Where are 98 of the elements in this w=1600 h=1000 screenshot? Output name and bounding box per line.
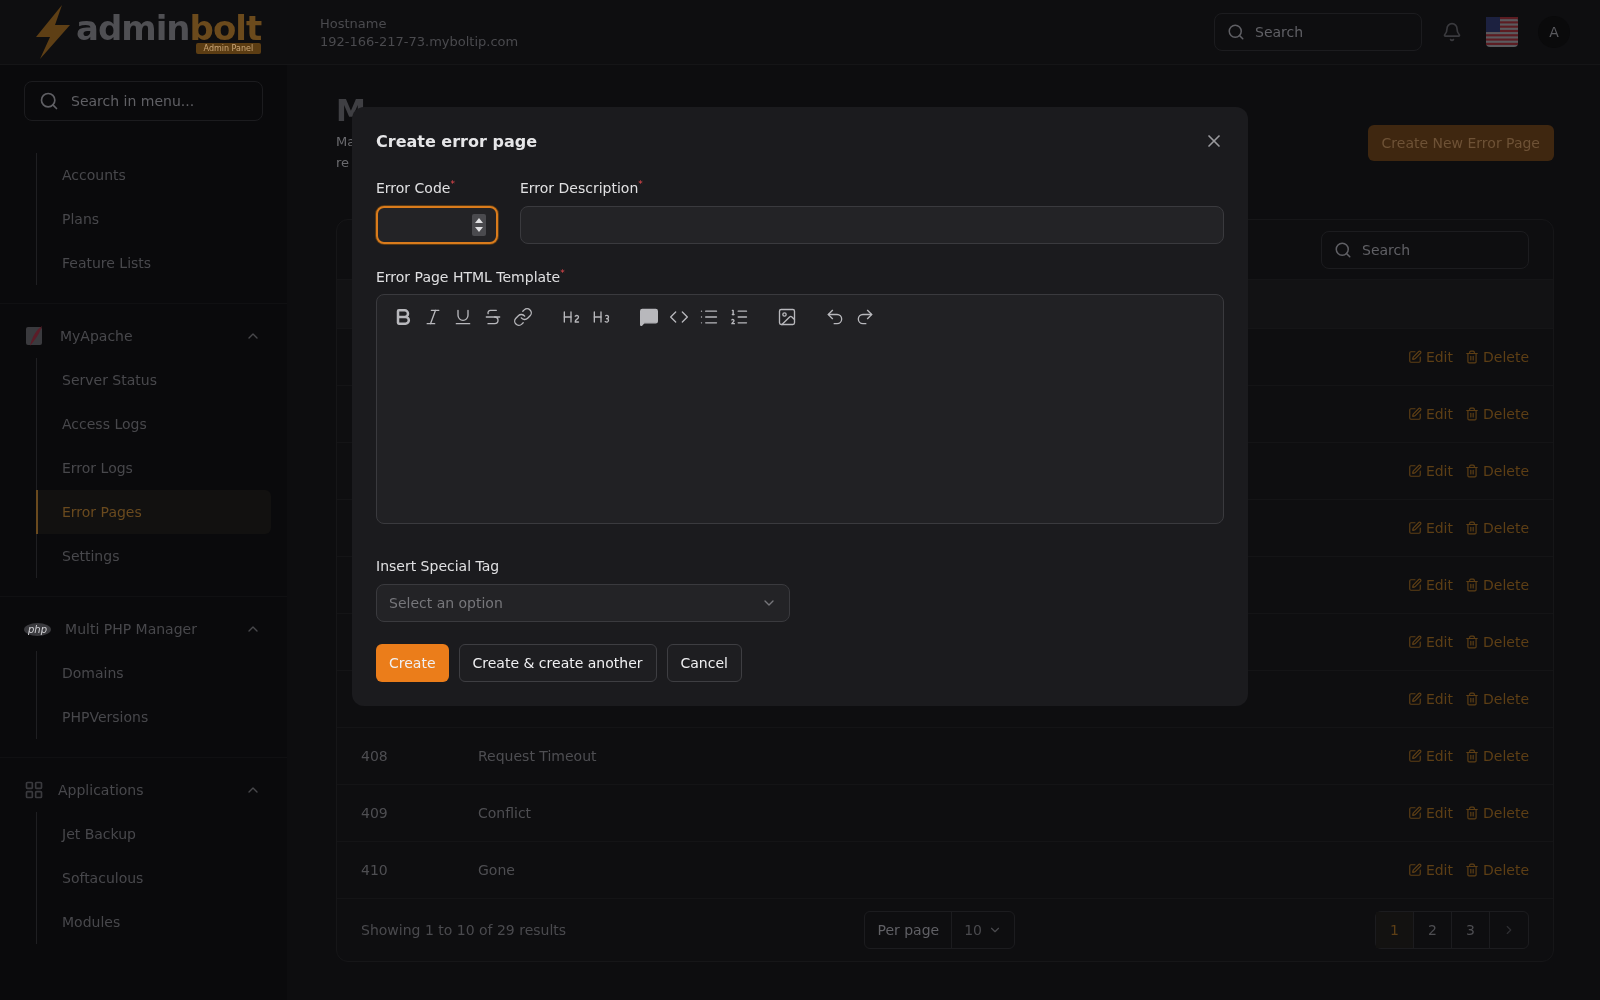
edit-link[interactable]: Edit	[1407, 520, 1453, 536]
delete-link[interactable]: Delete	[1465, 862, 1529, 878]
edit-icon	[1407, 749, 1422, 763]
edit-link[interactable]: Edit	[1407, 862, 1453, 878]
delete-link[interactable]: Delete	[1465, 406, 1529, 422]
menu-item[interactable]: Accounts	[36, 153, 271, 197]
field-label: Insert Special Tag	[376, 558, 501, 575]
edit-icon	[1407, 407, 1422, 421]
menu-group-header[interactable]: php Multi PHP Manager	[16, 607, 271, 651]
menu-item[interactable]: Modules	[36, 900, 271, 944]
search-icon	[1334, 240, 1352, 259]
hostname-value: 192-166-217-73.myboltip.com	[320, 33, 520, 49]
edit-icon	[1407, 692, 1422, 706]
menu-item[interactable]: Jet Backup	[36, 812, 271, 856]
delete-link[interactable]: Delete	[1465, 463, 1529, 479]
menu-item[interactable]: Access Logs	[36, 402, 271, 446]
edit-link[interactable]: Edit	[1407, 748, 1453, 764]
logo-badge: Admin Panel	[195, 42, 262, 54]
results-summary: Showing 1 to 10 of 29 results	[361, 922, 568, 938]
field-label: Error Page HTML Template$^{*}$	[376, 267, 566, 285]
description-cell-text: Gone	[478, 862, 516, 878]
page-description: re	[336, 155, 351, 170]
menu-item[interactable]: PHPVersions	[36, 695, 271, 739]
page-button[interactable]: 3	[1452, 912, 1490, 948]
menu-group-header[interactable]: MyApache	[16, 314, 271, 358]
menu-item[interactable]: Server Status	[36, 358, 271, 402]
table-search-field[interactable]: Search	[1321, 230, 1529, 269]
description-cell-text: Request Timeout	[478, 748, 598, 764]
required-mark: *	[560, 267, 565, 278]
trash-icon	[1465, 692, 1479, 706]
edit-icon	[1407, 806, 1422, 820]
edit-icon	[1407, 464, 1422, 478]
menu-item[interactable]: Error Logs	[36, 446, 271, 490]
delete-link[interactable]: Delete	[1465, 520, 1529, 536]
delete-link[interactable]: Delete	[1465, 349, 1529, 365]
menu-item[interactable]: Plans	[36, 197, 271, 241]
page-button[interactable]: 2	[1414, 912, 1452, 948]
edit-link[interactable]: Edit	[1407, 349, 1453, 365]
code-cell-text: 409	[361, 805, 389, 821]
delete-link[interactable]: Delete	[1465, 634, 1529, 650]
edit-icon	[1407, 578, 1422, 592]
code-cell-text: 410	[361, 862, 389, 878]
required-mark: *	[450, 179, 455, 189]
edit-link[interactable]: Edit	[1407, 463, 1453, 479]
menu-group-header[interactable]: Applications	[16, 768, 271, 812]
search-icon	[39, 91, 59, 111]
trash-icon	[1465, 578, 1479, 592]
php-icon: php	[24, 622, 52, 636]
secondary-button[interactable]: Create & create another	[458, 644, 657, 683]
error-description-input[interactable]	[520, 205, 1224, 244]
logo-wordmark: adminbolt	[76, 10, 262, 45]
edit-link[interactable]: Edit	[1407, 634, 1453, 650]
menu-item[interactable]: Settings	[36, 534, 271, 578]
trash-icon	[1465, 749, 1479, 763]
grid-icon	[24, 780, 44, 800]
trash-icon	[1465, 635, 1479, 649]
code-cell-text: 408	[361, 748, 389, 764]
menu-item[interactable]: Domains	[36, 651, 271, 695]
search-icon	[1227, 23, 1245, 41]
edit-link[interactable]: Edit	[1407, 691, 1453, 707]
edit-link[interactable]: Edit	[1407, 805, 1453, 821]
secondary-button[interactable]: Cancel	[666, 644, 742, 683]
delete-link[interactable]: Delete	[1465, 691, 1529, 707]
field-label: Error Description$^{*}$	[520, 179, 644, 196]
edit-link[interactable]: Edit	[1407, 577, 1453, 593]
menu-search-field[interactable]: Search in menu...	[24, 81, 263, 121]
create-button[interactable]: Create	[376, 644, 449, 683]
hostname-label: Hostname	[320, 15, 388, 31]
edit-icon	[1407, 863, 1422, 877]
delete-link[interactable]: Delete	[1465, 577, 1529, 593]
delete-link[interactable]: Delete	[1465, 805, 1529, 821]
edit-icon	[1407, 635, 1422, 649]
page-button[interactable]: 1	[1376, 912, 1414, 948]
edit-icon	[1407, 521, 1422, 535]
search-field[interactable]: Search	[1214, 13, 1422, 51]
image-button[interactable]	[777, 307, 797, 328]
required-mark: *	[638, 179, 643, 189]
avatar[interactable]: A	[1538, 16, 1570, 48]
field-label: Error Code$^{*}$	[376, 179, 456, 196]
edit-icon	[1407, 350, 1422, 364]
trash-icon	[1465, 350, 1479, 364]
menu-item[interactable]: Error Pages	[36, 490, 271, 534]
menu-item[interactable]: Feature Lists	[36, 241, 271, 285]
trash-icon	[1465, 407, 1479, 421]
trash-icon	[1465, 464, 1479, 478]
spinner-arrows-icon[interactable]	[472, 213, 486, 236]
trash-icon	[1465, 863, 1479, 877]
delete-link[interactable]: Delete	[1465, 748, 1529, 764]
description-cell-text: Conflict	[478, 805, 533, 821]
trash-icon	[1465, 806, 1479, 820]
error-code-input[interactable]	[376, 205, 498, 244]
modal-title: Create error page	[376, 131, 537, 151]
edit-link[interactable]: Edit	[1407, 406, 1453, 422]
quote-button[interactable]	[639, 307, 659, 328]
special-tag-select[interactable]: Select an option	[376, 584, 790, 623]
trash-icon	[1465, 521, 1479, 535]
link-button[interactable]	[513, 307, 533, 328]
menu-item[interactable]: Softaculous	[36, 856, 271, 900]
